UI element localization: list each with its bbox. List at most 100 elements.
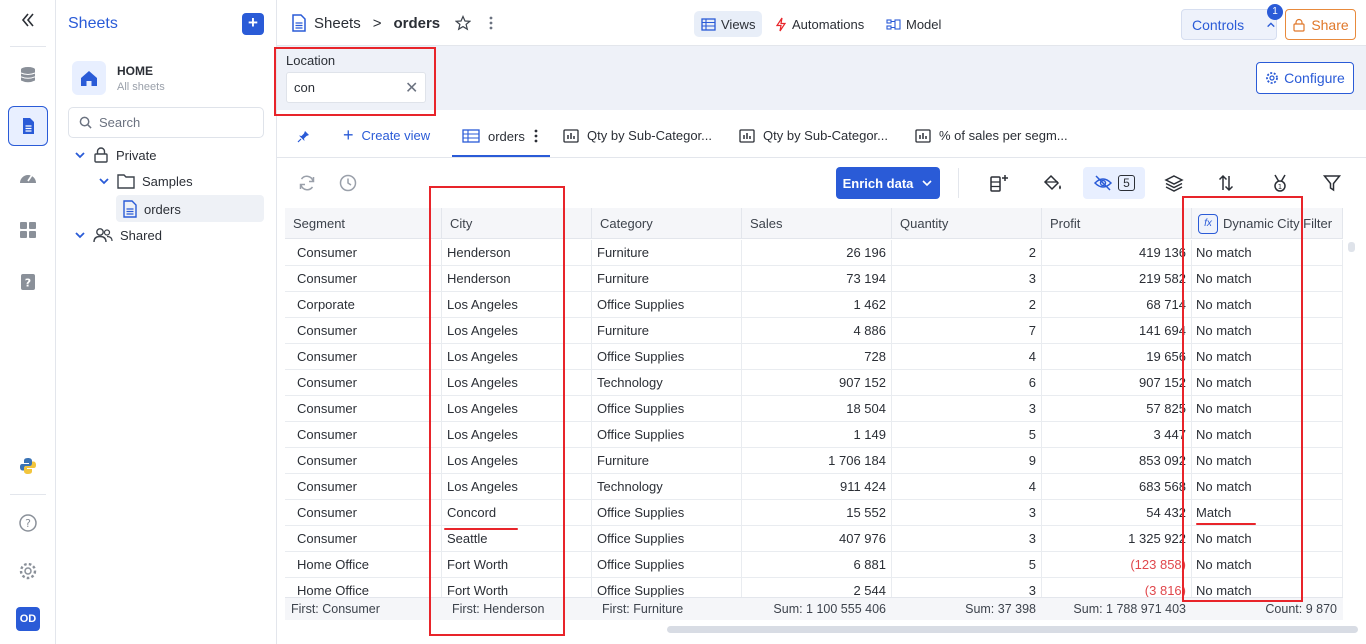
collapse-sidebar-button[interactable]	[8, 0, 48, 40]
cell-category[interactable]: Technology	[592, 474, 742, 500]
python-nav-button[interactable]	[8, 446, 48, 486]
user-avatar[interactable]: OD	[16, 607, 40, 631]
more-vertical-icon[interactable]	[533, 128, 539, 144]
cell-sales[interactable]: 15 552	[742, 500, 892, 526]
share-button[interactable]: Share	[1285, 9, 1356, 40]
cell-category[interactable]: Furniture	[592, 448, 742, 474]
cell-segment[interactable]: Consumer	[285, 474, 442, 500]
cell-segment[interactable]: Consumer	[285, 526, 442, 552]
footer-segment[interactable]: First: Consumer	[285, 598, 442, 621]
column-header-sales[interactable]: Sales	[742, 208, 892, 239]
tree-item-shared[interactable]: Shared	[74, 223, 162, 247]
tree-item-orders[interactable]: orders	[122, 197, 181, 221]
column-header-category[interactable]: Category	[592, 208, 742, 239]
footer-category[interactable]: First: Furniture	[596, 598, 742, 621]
footer-sales[interactable]: Sum: 1 100 555 406	[742, 598, 892, 621]
history-button[interactable]	[336, 171, 360, 195]
cell-sales[interactable]: 73 194	[742, 266, 892, 292]
footer-profit[interactable]: Sum: 1 788 971 403	[1042, 598, 1192, 621]
cell-sales[interactable]: 1 462	[742, 292, 892, 318]
cell-category[interactable]: Office Supplies	[592, 526, 742, 552]
sheets-nav-button[interactable]	[8, 106, 48, 146]
cell-quantity[interactable]: 3	[892, 500, 1042, 526]
cell-quantity[interactable]: 5	[892, 422, 1042, 448]
cell-sales[interactable]: 26 196	[742, 240, 892, 266]
footer-quantity[interactable]: Sum: 37 398	[892, 598, 1042, 621]
cell-segment[interactable]: Home Office	[285, 552, 442, 578]
cell-segment[interactable]: Consumer	[285, 240, 442, 266]
create-view-button[interactable]: + Create view	[343, 126, 430, 144]
cell-profit[interactable]: 219 582	[1042, 266, 1192, 292]
controls-button[interactable]: Controls	[1181, 9, 1277, 40]
cell-quantity[interactable]: 9	[892, 448, 1042, 474]
tree-item-samples[interactable]: Samples	[98, 169, 193, 193]
cell-profit[interactable]: 3 447	[1042, 422, 1192, 448]
apps-nav-button[interactable]	[8, 210, 48, 250]
sort-button[interactable]	[1214, 171, 1238, 195]
hidden-columns-button[interactable]: 5	[1083, 167, 1145, 199]
cell-category[interactable]: Furniture	[592, 266, 742, 292]
add-sheet-button[interactable]: +	[242, 13, 264, 35]
cell-category[interactable]: Office Supplies	[592, 396, 742, 422]
cell-profit[interactable]: 683 568	[1042, 474, 1192, 500]
cell-quantity[interactable]: 6	[892, 370, 1042, 396]
cell-sales[interactable]: 18 504	[742, 396, 892, 422]
cell-profit[interactable]: 141 694	[1042, 318, 1192, 344]
cell-quantity[interactable]: 2	[892, 240, 1042, 266]
view-tab-pct-sales[interactable]: % of sales per segm...	[915, 128, 1068, 143]
cell-segment[interactable]: Consumer	[285, 370, 442, 396]
cell-quantity[interactable]: 5	[892, 552, 1042, 578]
cell-quantity[interactable]: 4	[892, 474, 1042, 500]
pin-icon[interactable]	[297, 130, 310, 143]
cell-sales[interactable]: 4 886	[742, 318, 892, 344]
forms-nav-button[interactable]: ?	[8, 262, 48, 302]
sidebar-search-input[interactable]: Search	[68, 107, 264, 138]
layers-button[interactable]	[1162, 171, 1186, 195]
tree-item-private[interactable]: Private	[74, 143, 156, 167]
column-header-segment[interactable]: Segment	[285, 208, 442, 239]
vertical-scrollbar[interactable]	[1348, 242, 1355, 252]
view-tab-qty-2[interactable]: Qty by Sub-Categor...	[739, 128, 888, 143]
cell-category[interactable]: Office Supplies	[592, 552, 742, 578]
tab-model[interactable]: Model	[879, 11, 948, 37]
cell-quantity[interactable]: 3	[892, 396, 1042, 422]
help-button[interactable]: ?	[8, 503, 48, 543]
home-title[interactable]: HOME	[117, 64, 153, 78]
cell-profit[interactable]: (123 858)	[1042, 552, 1192, 578]
cell-segment[interactable]: Consumer	[285, 500, 442, 526]
cell-sales[interactable]: 1 706 184	[742, 448, 892, 474]
settings-button[interactable]	[8, 551, 48, 591]
cell-quantity[interactable]: 3	[892, 266, 1042, 292]
cell-quantity[interactable]: 2	[892, 292, 1042, 318]
cell-profit[interactable]: 419 136	[1042, 240, 1192, 266]
cell-sales[interactable]: 911 424	[742, 474, 892, 500]
cell-profit[interactable]: 57 825	[1042, 396, 1192, 422]
cell-segment[interactable]: Consumer	[285, 344, 442, 370]
cell-quantity[interactable]: 3	[892, 526, 1042, 552]
add-column-button[interactable]	[987, 171, 1011, 195]
filter-button[interactable]	[1320, 171, 1344, 195]
refresh-button[interactable]	[295, 171, 319, 195]
cell-sales[interactable]: 6 881	[742, 552, 892, 578]
horizontal-scrollbar[interactable]	[667, 626, 1358, 633]
cell-category[interactable]: Furniture	[592, 318, 742, 344]
cell-profit[interactable]: 853 092	[1042, 448, 1192, 474]
cell-sales[interactable]: 907 152	[742, 370, 892, 396]
cell-quantity[interactable]: 7	[892, 318, 1042, 344]
star-icon[interactable]	[455, 15, 472, 31]
home-icon-tile[interactable]	[72, 61, 106, 95]
database-nav-button[interactable]	[8, 55, 48, 95]
cell-segment[interactable]: Corporate	[285, 292, 442, 318]
cell-segment[interactable]: Consumer	[285, 448, 442, 474]
cell-profit[interactable]: 907 152	[1042, 370, 1192, 396]
cell-segment[interactable]: Consumer	[285, 396, 442, 422]
cell-sales[interactable]: 728	[742, 344, 892, 370]
format-button[interactable]	[1041, 171, 1065, 195]
view-tab-qty-1[interactable]: Qty by Sub-Categor...	[563, 128, 712, 143]
cell-category[interactable]: Office Supplies	[592, 292, 742, 318]
cell-segment[interactable]: Consumer	[285, 422, 442, 448]
breadcrumb-root[interactable]: Sheets	[314, 15, 361, 32]
cell-segment[interactable]: Consumer	[285, 318, 442, 344]
cell-category[interactable]: Office Supplies	[592, 344, 742, 370]
configure-button[interactable]: Configure	[1256, 62, 1354, 94]
